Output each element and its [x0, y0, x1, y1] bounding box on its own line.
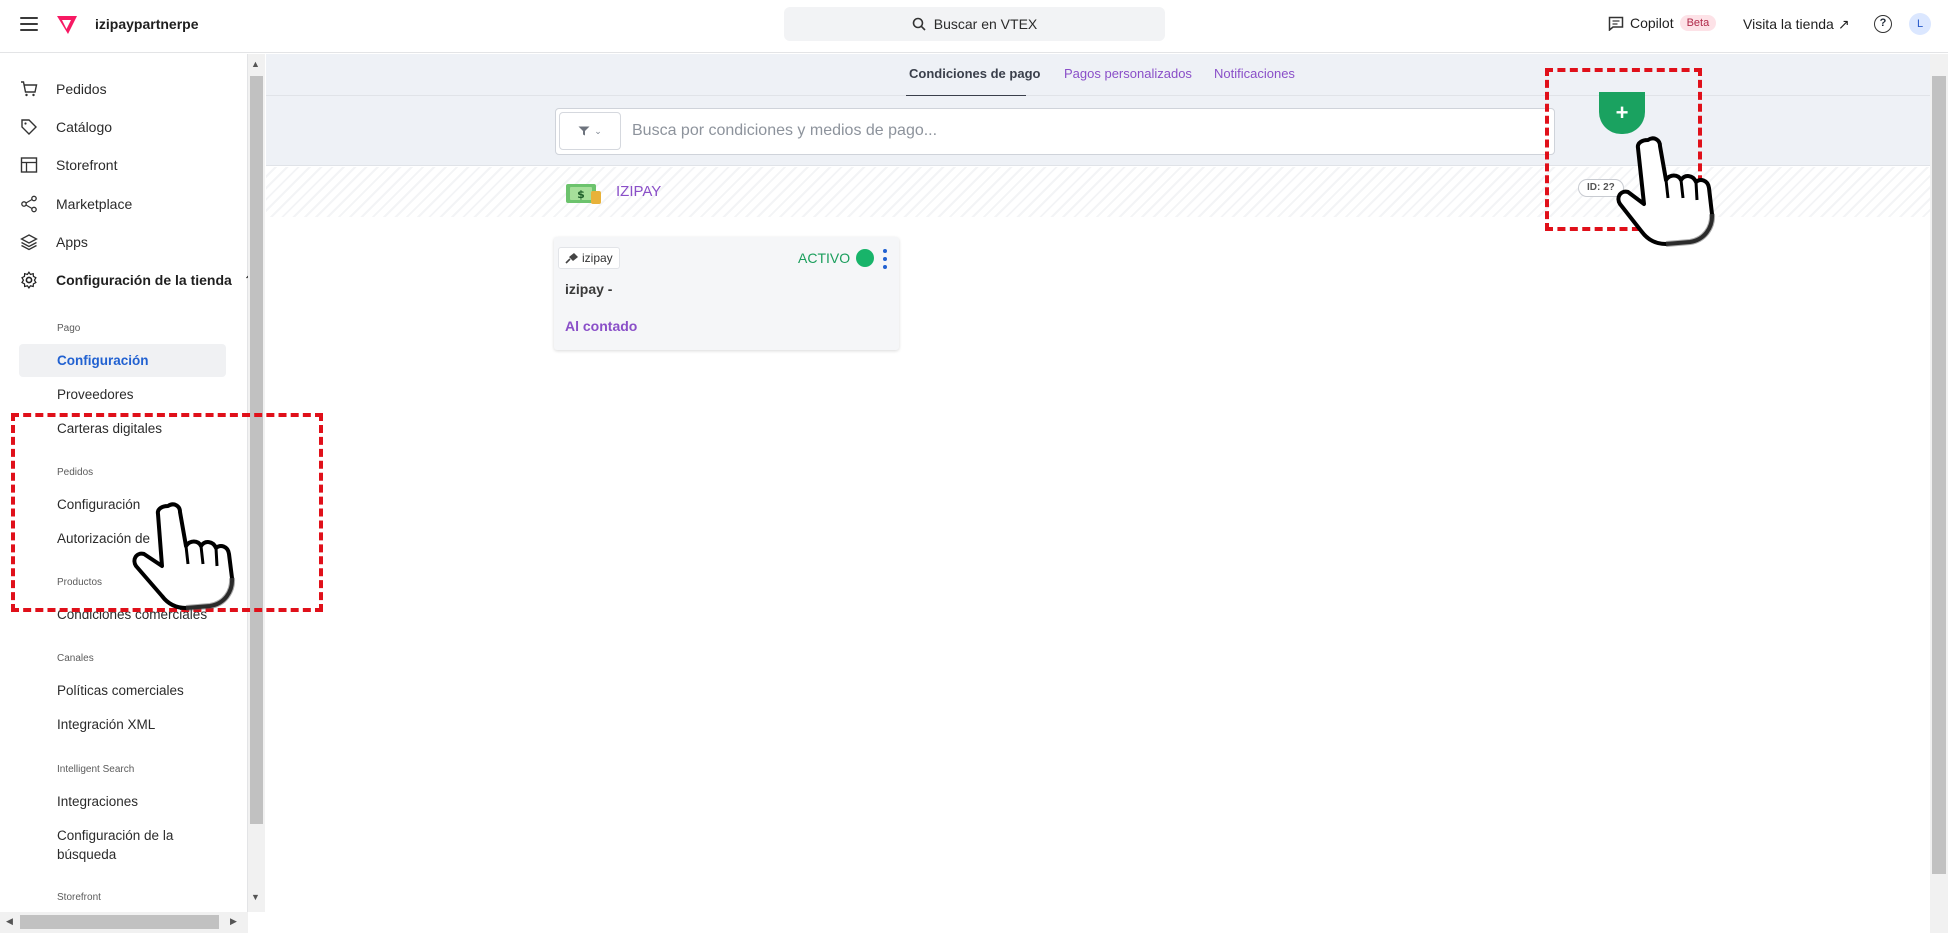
section-title-intelligent-search: Intelligent Search [57, 764, 135, 775]
visit-store-link[interactable]: Visita la tienda ↗ [1743, 16, 1850, 33]
cart-icon [21, 81, 38, 97]
filter-icon [578, 126, 590, 136]
sidebar-item-storefront[interactable]: Storefront [20, 153, 117, 177]
sidebar-subitem-integraciones[interactable]: Integraciones [57, 794, 138, 809]
sidebar-subitem-proveedores[interactable]: Proveedores [57, 387, 134, 402]
svg-text:$: $ [577, 188, 585, 201]
sidebar-subitem-search-config[interactable]: Configuración de la [57, 828, 173, 843]
global-search-button[interactable]: Buscar en VTEX [784, 7, 1165, 41]
status-badge: ACTIVO [798, 249, 875, 267]
account-name[interactable]: izipaypartnerpe [95, 16, 198, 32]
copilot-button[interactable]: Copilot Beta [1608, 15, 1717, 31]
vtex-logo[interactable] [55, 14, 79, 36]
main-scrollbar-thumb[interactable] [1932, 76, 1946, 874]
search-placeholder: Busca por condiciones y medios de pago..… [632, 122, 938, 139]
card-title: izipay - [565, 281, 613, 297]
chevron-down-icon: ⌄ [594, 125, 602, 136]
sidebar-item-catalogo[interactable]: Catálogo [20, 115, 112, 139]
avatar[interactable]: L [1909, 13, 1931, 35]
sidebar-item-label: Catálogo [56, 119, 113, 135]
sidebar-item-label: Marketplace [56, 196, 133, 212]
provider-chip: izipay [558, 247, 620, 269]
gear-icon [21, 271, 37, 289]
scroll-down-arrow[interactable]: ▼ [251, 892, 260, 902]
copilot-label: Copilot [1630, 15, 1674, 31]
sidebar-subitem-pago-configuracion[interactable]: Configuración [57, 353, 149, 368]
card-subtitle: Al contado [565, 318, 638, 334]
pointing-hand-icon [132, 502, 236, 611]
sidebar-item-apps[interactable]: Apps [20, 230, 88, 254]
tab-condiciones-de-pago[interactable]: Condiciones de pago [909, 66, 1040, 81]
sidebar-item-label: Apps [56, 234, 88, 250]
tag-icon [21, 119, 37, 135]
beta-badge: Beta [1679, 15, 1717, 31]
more-options-icon[interactable] [882, 249, 888, 269]
tab-notificaciones[interactable]: Notificaciones [1214, 66, 1295, 81]
section-title-storefront: Storefront [57, 892, 101, 903]
status-label: ACTIVO [798, 250, 851, 266]
sidebar-item-label: Storefront [56, 157, 118, 173]
horizontal-scrollbar-thumb[interactable] [20, 915, 219, 929]
layout-icon [20, 157, 38, 173]
tab-pagos-personalizados[interactable]: Pagos personalizados [1064, 66, 1192, 81]
sidebar-item-label: Pedidos [56, 81, 107, 97]
chat-icon [1608, 16, 1624, 31]
provider-name: izipay [582, 251, 613, 265]
sidebar-subitem-search-config-line2[interactable]: búsqueda [57, 847, 116, 862]
sidebar-item-label: Configuración de la tienda [56, 272, 232, 288]
sidebar-subitem-politicas-comerciales[interactable]: Políticas comerciales [57, 683, 184, 698]
sidebar-item-pedidos[interactable]: Pedidos [20, 77, 107, 101]
sidebar-subitem-integracion-xml[interactable]: Integración XML [57, 717, 155, 732]
pointing-hand-icon-2 [1616, 136, 1716, 247]
search-label: Buscar en VTEX [933, 16, 1038, 32]
status-dot-icon [856, 249, 875, 267]
money-icon: $ [566, 184, 601, 204]
section-title-pago: Pago [57, 323, 81, 334]
group-title: IZIPAY [616, 183, 662, 200]
menu-icon[interactable] [20, 17, 38, 31]
help-icon[interactable]: ? [1874, 15, 1892, 33]
filter-button[interactable]: ⌄ [559, 112, 621, 150]
sidebar-item-store-settings[interactable]: Configuración de la tienda ⌃ [20, 268, 254, 292]
share-icon [21, 195, 37, 213]
plug-icon [565, 253, 578, 264]
visit-store-label: Visita la tienda [1743, 16, 1834, 32]
section-title-canales: Canales [57, 653, 94, 664]
scroll-left-arrow[interactable]: ◀ [6, 916, 13, 927]
external-arrow-icon: ↗ [1837, 16, 1850, 32]
search-icon [912, 17, 926, 31]
scroll-up-arrow[interactable]: ▲ [251, 59, 260, 69]
scroll-right-arrow[interactable]: ▶ [230, 916, 237, 927]
layers-icon [20, 234, 38, 251]
sidebar-item-marketplace[interactable]: Marketplace [20, 192, 132, 216]
